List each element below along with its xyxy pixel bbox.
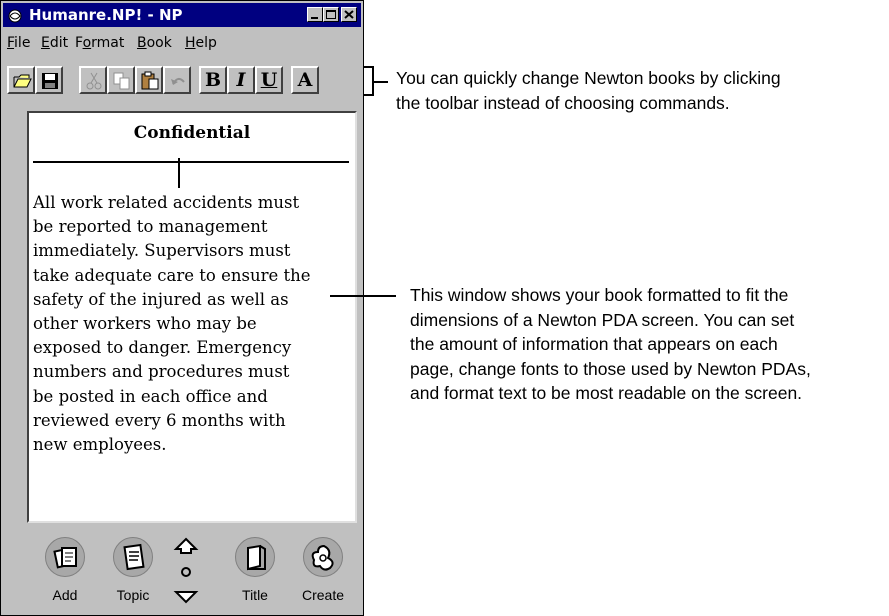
toolbar-callout-bracket-bottom <box>364 94 374 96</box>
cut-scissors-icon <box>86 72 102 90</box>
underline-button[interactable]: U <box>255 66 283 94</box>
bold-button[interactable]: B <box>199 66 227 94</box>
save-disk-icon <box>42 73 58 89</box>
title-bar[interactable]: Humanre.NP! - NP <box>3 3 361 27</box>
save-button[interactable] <box>35 66 63 94</box>
bold-icon: B <box>204 69 222 91</box>
undo-button[interactable] <box>163 66 191 94</box>
topic-button[interactable]: Topic <box>103 537 163 615</box>
paste-clipboard-icon <box>141 71 159 90</box>
font-icon: A <box>297 69 313 91</box>
menu-help[interactable]: Help <box>185 35 217 51</box>
menu-file[interactable]: File <box>7 35 30 51</box>
add-icon <box>45 537 85 577</box>
scroll-dot-icon <box>181 567 191 577</box>
scroll-up-arrow-icon <box>173 537 199 554</box>
open-button[interactable] <box>7 66 35 94</box>
copy-icon <box>113 72 130 90</box>
topic-label: Topic <box>116 587 150 603</box>
page-body-text: All work related accidents must be repor… <box>33 193 311 455</box>
page-divider <box>33 161 349 163</box>
title-button[interactable]: Title <box>225 537 285 615</box>
menu-edit[interactable]: Edit <box>41 35 68 51</box>
italic-button[interactable]: I <box>227 66 255 94</box>
newton-page-view[interactable]: Confidential All work related accidents … <box>27 111 357 523</box>
newton-nav-bar: Add Topic Title Create <box>3 527 361 615</box>
scroll-down-arrow-icon <box>173 591 199 604</box>
maximize-icon[interactable] <box>323 7 339 22</box>
menu-format[interactable]: Format <box>75 35 124 51</box>
add-button[interactable]: Add <box>35 537 95 615</box>
create-button[interactable]: Create <box>293 537 353 615</box>
page-title: Confidential <box>133 123 251 143</box>
italic-icon: I <box>236 69 246 91</box>
add-label: Add <box>52 587 78 603</box>
toolbar: B I U A <box>3 61 361 99</box>
divider-callout-line <box>178 158 180 188</box>
menu-book[interactable]: Book <box>137 35 172 51</box>
toolbar-callout-line <box>374 81 388 83</box>
menu-bar: File Edit Format Book Help <box>3 31 361 55</box>
page-scroller[interactable] <box>172 537 200 607</box>
toolbar-annotation: You can quickly change Newton books by c… <box>396 68 781 113</box>
underline-icon: U <box>260 69 278 91</box>
window-callout-line <box>330 295 396 297</box>
newton-book-window: Humanre.NP! - NP File Edit Format Book H… <box>0 0 364 616</box>
topic-icon <box>113 537 153 577</box>
toolbar-callout-bracket-top <box>364 66 374 68</box>
paste-button[interactable] <box>135 66 163 94</box>
copy-button[interactable] <box>107 66 135 94</box>
undo-icon <box>171 78 185 85</box>
create-label: Create <box>301 587 345 603</box>
window-title: Humanre.NP! - NP <box>29 6 183 24</box>
app-icon <box>7 7 23 23</box>
minimize-icon[interactable] <box>307 7 323 22</box>
title-book-icon <box>235 537 275 577</box>
close-icon[interactable] <box>341 7 357 22</box>
cut-button[interactable] <box>79 66 107 94</box>
open-folder-icon <box>13 74 32 88</box>
font-button[interactable]: A <box>291 66 319 94</box>
window-annotation: This window shows your book formatted to… <box>410 285 811 403</box>
create-icon <box>303 537 343 577</box>
title-label: Title <box>242 587 268 603</box>
